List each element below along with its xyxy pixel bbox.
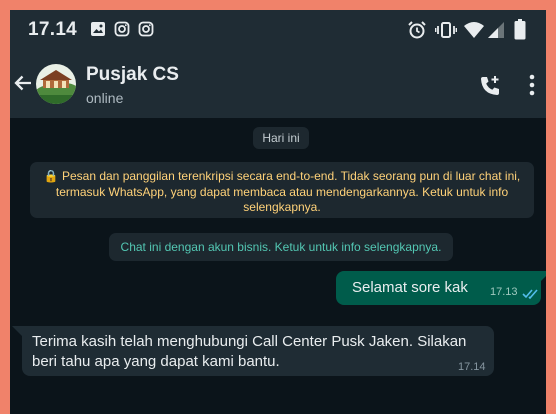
message-text: Terima kasih telah menghubungi Call Cent…	[32, 333, 467, 370]
avatar[interactable]	[36, 64, 76, 104]
chat-area: Hari ini 🔒 Pesan dan panggilan terenkrip…	[10, 118, 546, 414]
wifi-icon	[464, 21, 484, 44]
outgoing-bubble-tail	[541, 271, 546, 281]
business-notice[interactable]: Chat ini dengan akun bisnis. Ketuk untuk…	[109, 233, 453, 261]
battery-icon	[514, 19, 526, 45]
phone-screen: 17.14 Pusjak CS online Hari ini 🔒 Pesan …	[10, 10, 546, 414]
more-vert-icon[interactable]	[529, 74, 535, 101]
instagram-icon	[138, 21, 154, 42]
status-bar: 17.14	[10, 10, 546, 52]
message-time: 17.13	[490, 286, 518, 298]
vibrate-icon	[434, 20, 458, 45]
date-chip: Hari ini	[253, 127, 309, 149]
chat-header: Pusjak CS online	[10, 52, 546, 118]
alarm-icon	[407, 20, 427, 45]
read-receipt-icon	[522, 286, 539, 304]
contact-status: online	[86, 90, 124, 106]
add-call-icon[interactable]	[478, 74, 502, 103]
back-arrow-icon[interactable]	[12, 72, 34, 99]
encryption-notice[interactable]: 🔒 Pesan dan panggilan terenkripsi secara…	[30, 162, 534, 218]
image-icon	[90, 21, 106, 42]
message-time: 17.14	[458, 361, 486, 373]
incoming-bubble-tail	[12, 326, 22, 336]
incoming-message[interactable]: Terima kasih telah menghubungi Call Cent…	[22, 326, 494, 376]
status-time: 17.14	[28, 19, 78, 40]
contact-name[interactable]: Pusjak CS	[86, 64, 179, 86]
signal-icon	[487, 21, 505, 44]
instagram-icon	[114, 21, 130, 42]
message-text: Selamat sore kak	[352, 279, 468, 296]
outgoing-message[interactable]: Selamat sore kak 17.13	[336, 271, 541, 305]
